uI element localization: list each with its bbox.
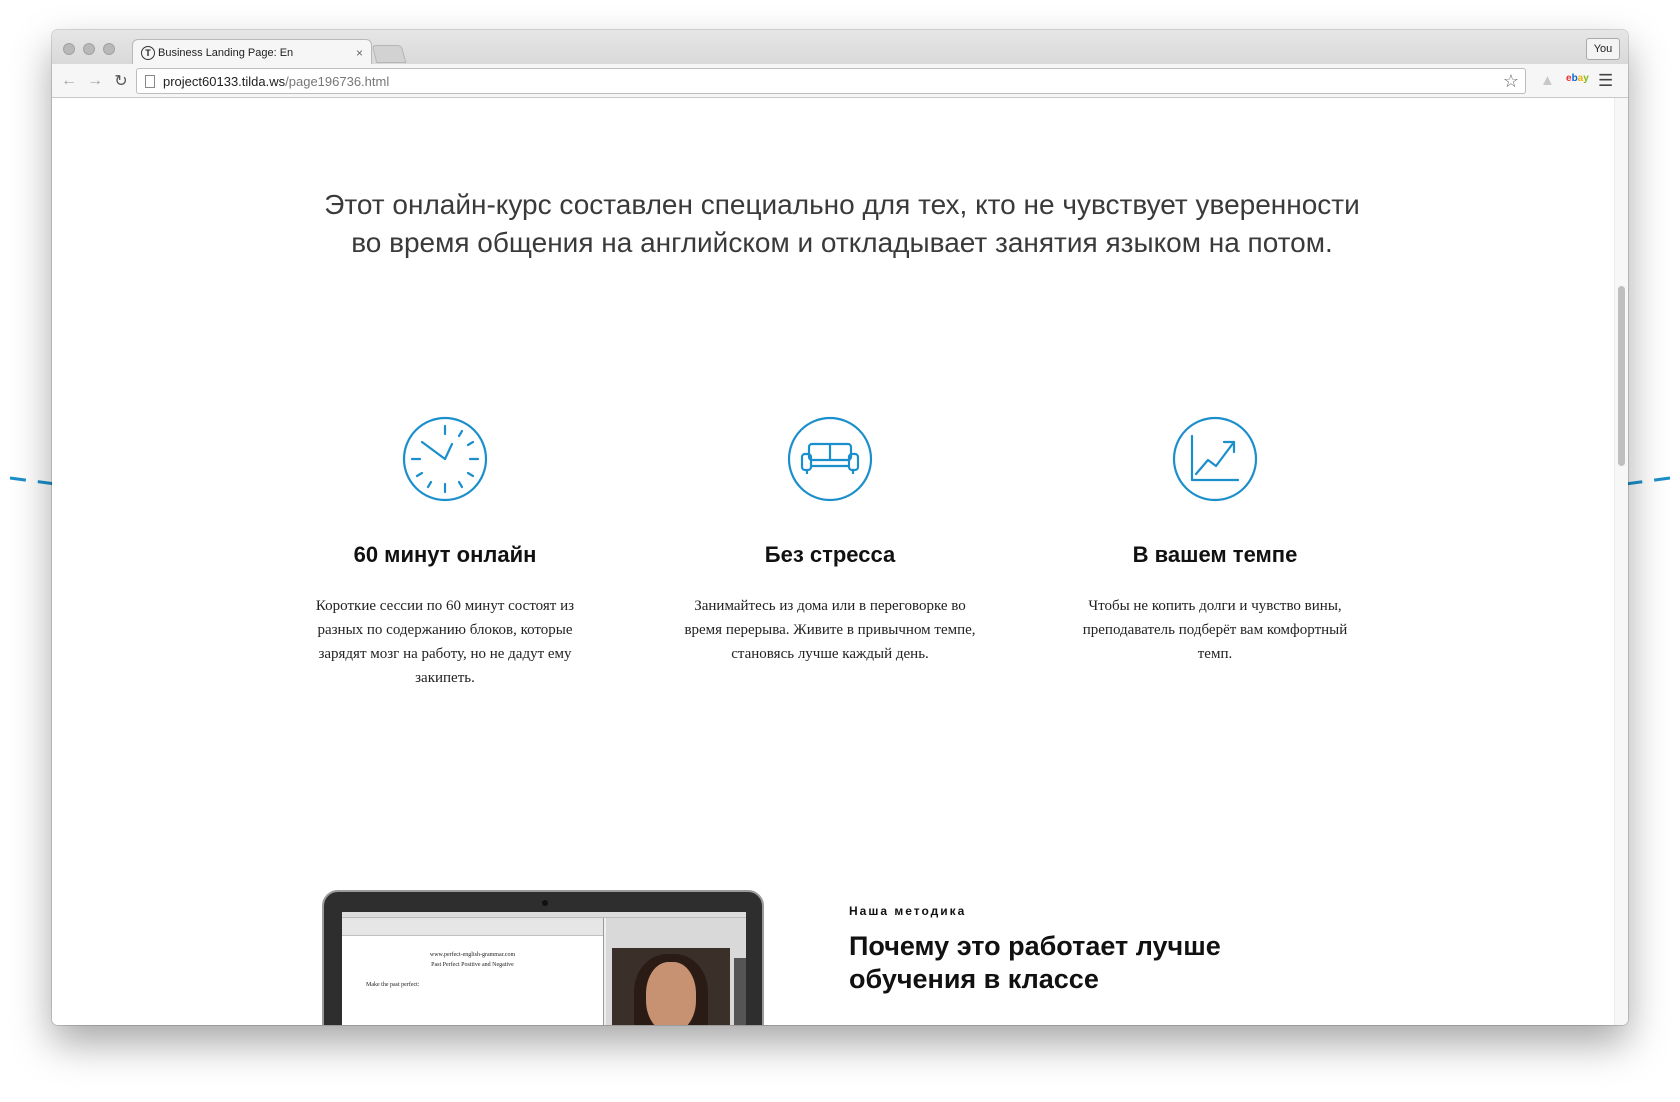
- menu-icon[interactable]: ☰: [1598, 71, 1613, 91]
- forward-icon[interactable]: →: [84, 70, 106, 92]
- feature-title: В вашем темпе: [1132, 542, 1298, 567]
- screen-document: www.perfect-english-grammar.com Past Per…: [342, 918, 604, 1025]
- feature-text: Занимайтесь из дома или в переговорке во…: [684, 598, 976, 662]
- tab-close-icon[interactable]: ×: [356, 46, 363, 60]
- tab-active[interactable]: T Business Landing Page: En ×: [132, 39, 372, 65]
- section-title: Почему это работает лучше обучения в кла…: [849, 931, 1221, 994]
- tilda-favicon-icon: T: [141, 45, 155, 60]
- tab-title: Business Landing Page: En: [158, 46, 294, 59]
- browser-toolbar: ← → ↻ project60133.tilda.ws/page196736.h…: [52, 64, 1628, 98]
- scrollbar[interactable]: [1614, 98, 1628, 1025]
- url-host: project60133.tilda.ws: [163, 73, 286, 89]
- extension-icon[interactable]: ▲: [1540, 72, 1555, 89]
- close-window-button[interactable]: [63, 43, 75, 55]
- zoom-window-button[interactable]: [103, 43, 115, 55]
- ebay-icon[interactable]: ebay: [1566, 73, 1589, 84]
- browser-window: T Business Landing Page: En × You ← → ↻ …: [52, 30, 1628, 1025]
- clock-icon: [402, 416, 488, 502]
- minimize-window-button[interactable]: [83, 43, 95, 55]
- feature-card: 60 минут онлайн Короткие сессии по 60 ми…: [280, 414, 610, 690]
- section-kicker: Наша методика: [849, 904, 967, 918]
- url-path: /page196736.html: [285, 73, 390, 89]
- page-viewport: Этот онлайн-курс составлен специально дл…: [52, 98, 1628, 1025]
- feature-title: 60 минут онлайн: [353, 542, 537, 567]
- screen-video-call: [606, 918, 746, 1025]
- page-icon: [145, 74, 155, 88]
- title-bar: T Business Landing Page: En × You: [52, 30, 1628, 65]
- laptop-screen: www.perfect-english-grammar.com Past Per…: [342, 912, 746, 1025]
- laptop-image: www.perfect-english-grammar.com Past Per…: [322, 890, 764, 1025]
- growth-chart-icon: [1172, 416, 1258, 502]
- scrollbar-thumb[interactable]: [1618, 286, 1625, 466]
- feature-text: Короткие сессии по 60 минут состоят из р…: [315, 598, 575, 686]
- address-bar[interactable]: project60133.tilda.ws/page196736.html ☆: [136, 68, 1526, 94]
- profile-button[interactable]: You: [1586, 38, 1620, 60]
- feature-text: Чтобы не копить долги и чувство вины, пр…: [1082, 598, 1348, 662]
- feature-card: В вашем темпе Чтобы не копить долги и чу…: [1050, 414, 1380, 666]
- back-icon[interactable]: ←: [58, 70, 80, 92]
- sofa-icon: [787, 416, 873, 502]
- webcam: [542, 900, 548, 906]
- feature-card: Без стресса Занимайтесь из дома или в пе…: [665, 414, 995, 666]
- intro-text: Этот онлайн-курс составлен специально дл…: [324, 189, 1360, 258]
- reload-icon[interactable]: ↻: [110, 70, 132, 92]
- new-tab-button[interactable]: [371, 45, 407, 63]
- star-icon[interactable]: ☆: [1503, 71, 1519, 92]
- feature-title: Без стресса: [764, 542, 896, 567]
